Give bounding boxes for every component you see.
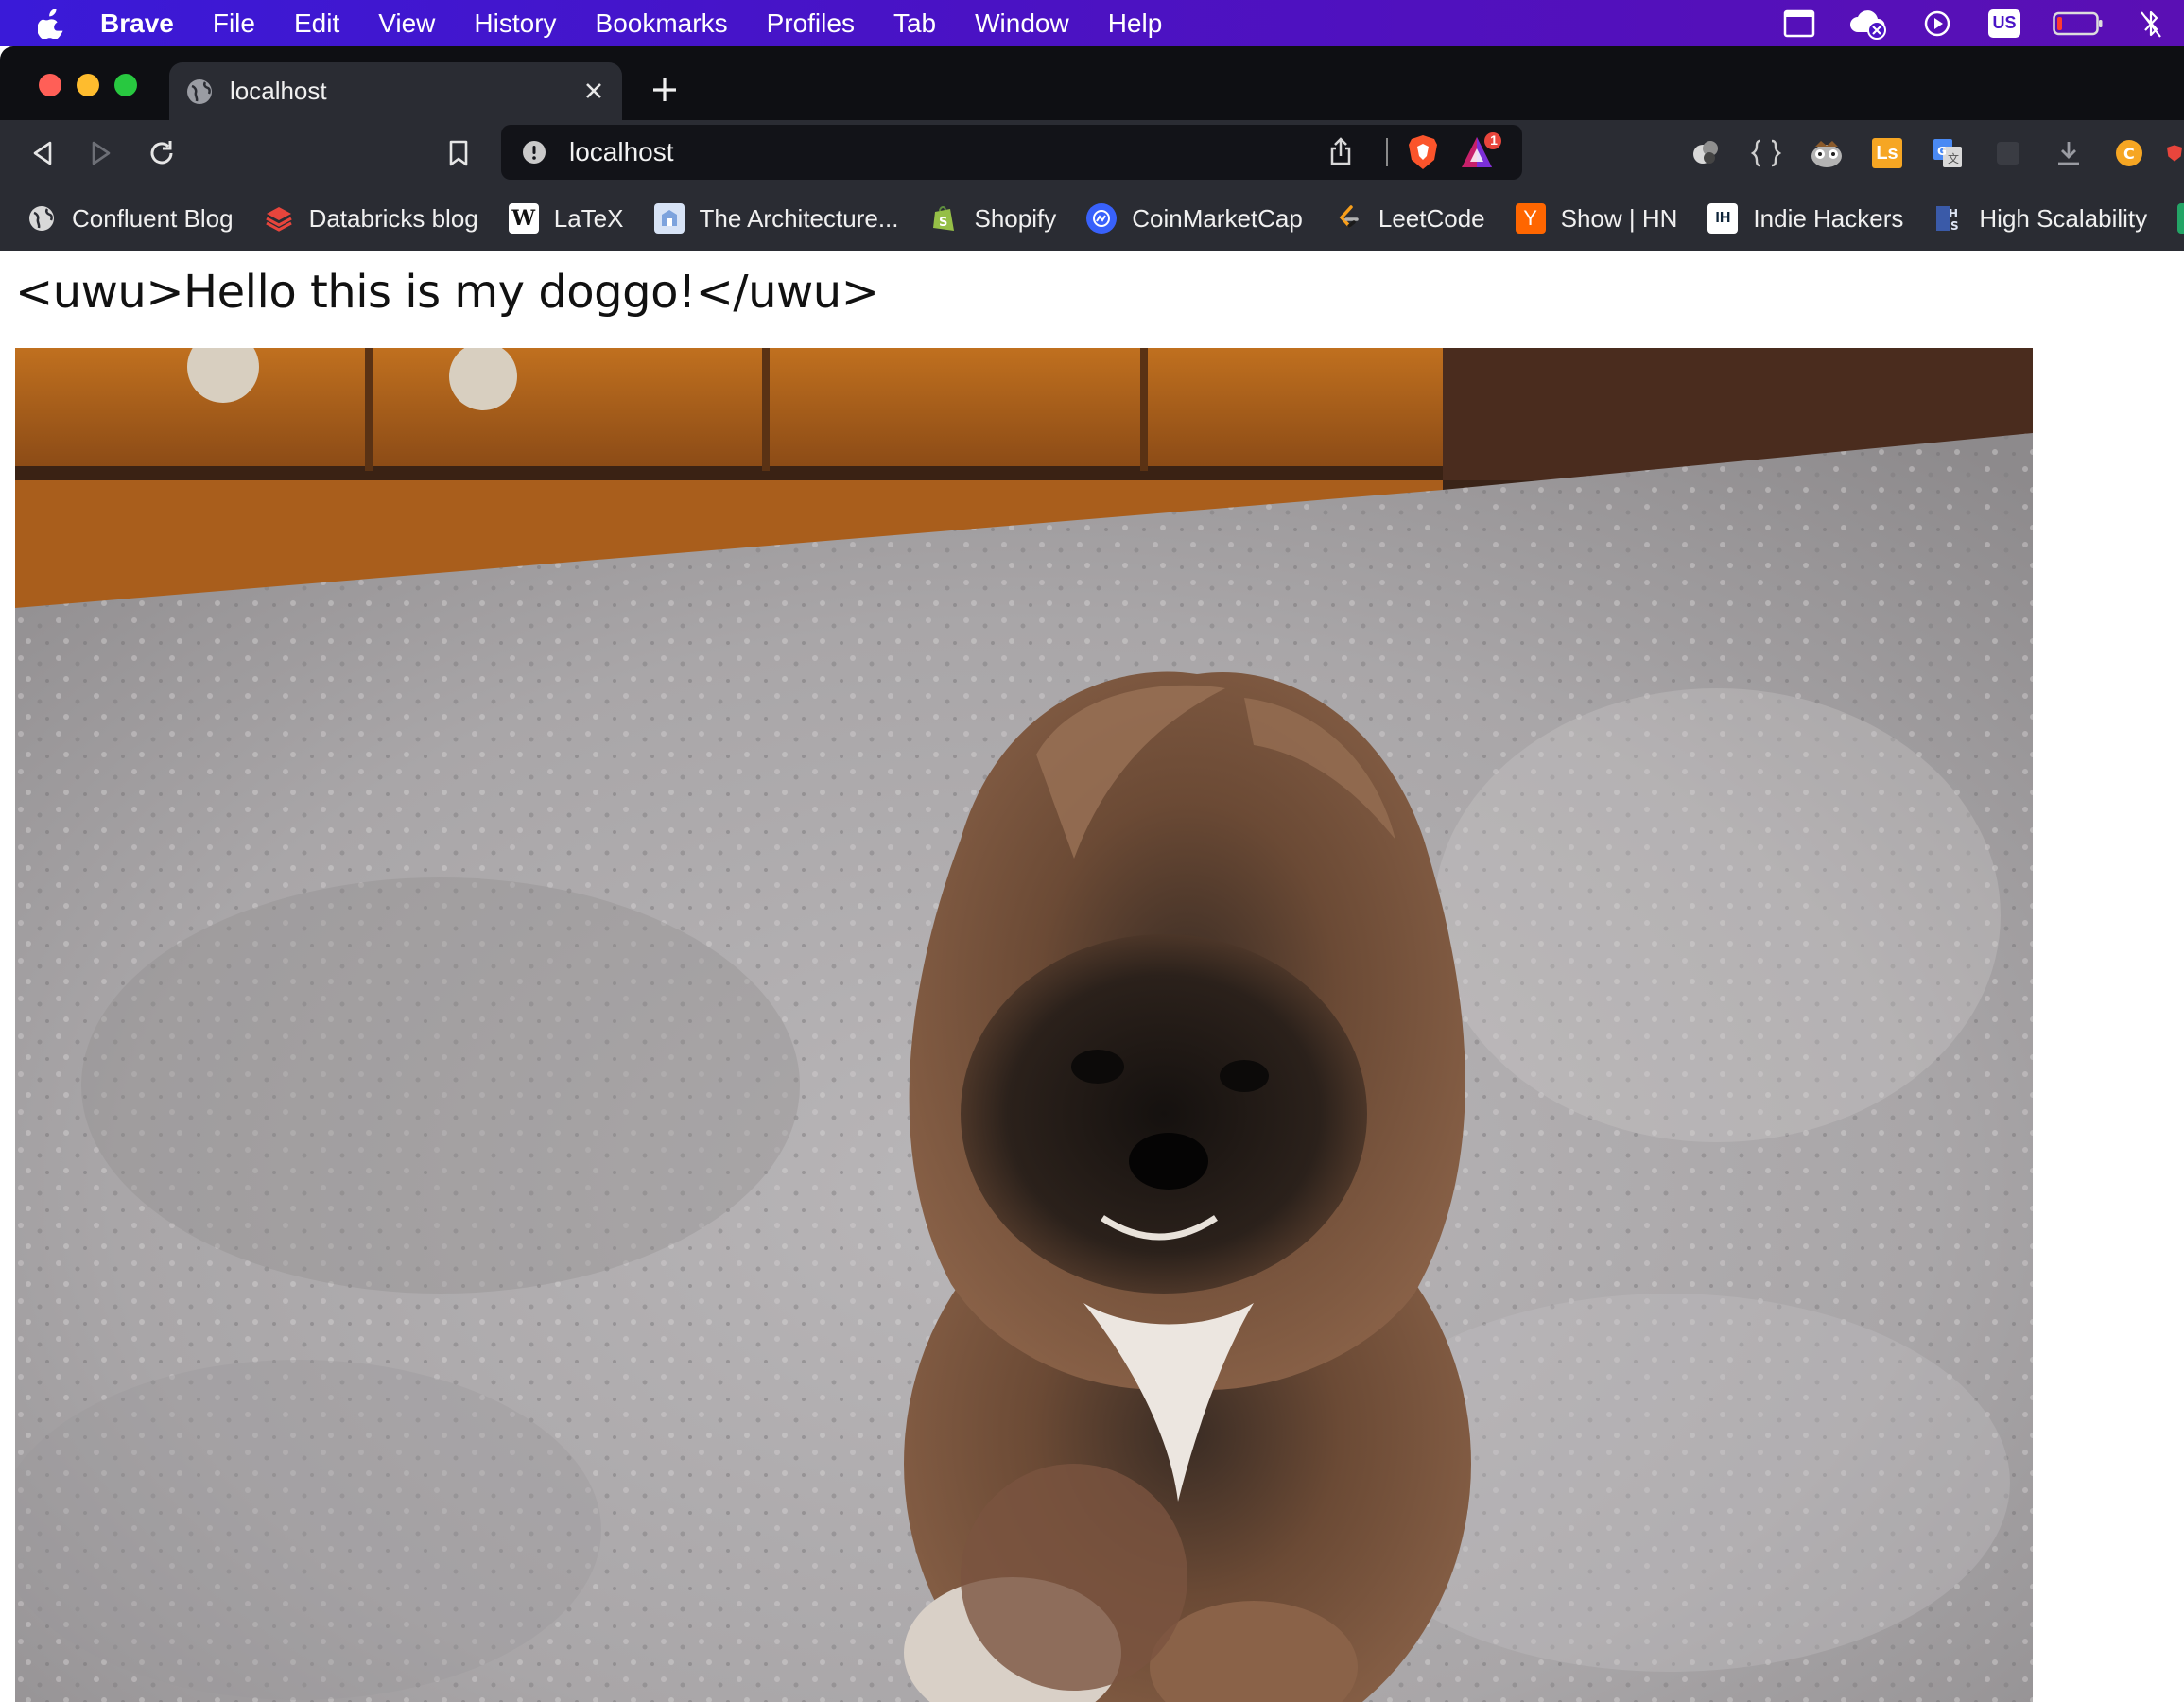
wikipedia-icon: W	[508, 203, 539, 234]
svg-text:S: S	[1950, 219, 1959, 233]
svg-text:H: H	[1949, 207, 1958, 220]
bookmark-label: LaTeX	[553, 203, 624, 233]
dog-photo	[15, 348, 2033, 1702]
address-bar[interactable]: localhost 1	[501, 125, 1522, 180]
google-sheets-icon	[2177, 203, 2184, 234]
hackernews-icon: Y	[1515, 203, 1546, 234]
window-close-button[interactable]	[39, 74, 61, 96]
coinmarketcap-icon	[1086, 203, 1118, 234]
battery-icon[interactable]	[2038, 0, 2118, 46]
ext-icon-8[interactable]: C	[2110, 134, 2148, 172]
svg-text:G: G	[1937, 145, 1947, 158]
menu-history[interactable]: History	[474, 9, 556, 39]
bookmark-label: Databricks blog	[308, 203, 478, 233]
bookmark-label: CoinMarketCap	[1132, 203, 1303, 233]
bluetooth-off-icon[interactable]	[2118, 0, 2184, 46]
bookmark-label: Show | HN	[1560, 203, 1678, 233]
web-page: <uwu>Hello this is my doggo!</uwu>	[0, 251, 2184, 1702]
shopify-icon: S	[928, 203, 959, 234]
back-button[interactable]	[23, 133, 62, 173]
architecture-icon	[653, 203, 685, 234]
ext-icon-3[interactable]	[1808, 134, 1846, 172]
download-icon[interactable]	[2050, 134, 2088, 172]
site-info-icon[interactable]	[522, 140, 546, 165]
bookmark-coinmarketcap[interactable]: CoinMarketCap	[1086, 203, 1303, 234]
tab-localhost[interactable]: localhost	[169, 62, 622, 120]
svg-text:S: S	[939, 216, 947, 230]
bookmark-shopify[interactable]: S Shopify	[928, 203, 1056, 234]
leetcode-icon	[1333, 203, 1363, 234]
cloud-sync-icon[interactable]	[1832, 0, 1904, 46]
bookmark-page-button[interactable]	[439, 133, 478, 173]
bookmark-the-architecture[interactable]: The Architecture...	[653, 203, 899, 234]
menu-app-brave[interactable]: Brave	[100, 9, 174, 39]
bookmark-show-hn[interactable]: Y Show | HN	[1515, 203, 1678, 234]
svg-text:C: C	[2123, 145, 2135, 163]
window-minimize-button[interactable]	[77, 74, 99, 96]
ext-icon-1[interactable]	[1688, 134, 1725, 172]
keyboard-layout-icon[interactable]: US	[1970, 0, 2038, 46]
bookmark-high-scalability[interactable]: HS High Scalability	[1933, 203, 2147, 234]
brave-rewards-icon[interactable]: 1	[1458, 131, 1505, 180]
window-zoom-button[interactable]	[114, 74, 137, 96]
menu-view[interactable]: View	[378, 9, 435, 39]
macos-menu-bar: Brave File Edit View History Bookmarks P…	[0, 0, 2184, 46]
new-tab-button[interactable]	[647, 72, 683, 108]
globe-icon	[186, 78, 213, 105]
bookmark-confluent-blog[interactable]: Confluent Blog	[26, 203, 234, 234]
page-heading: <uwu>Hello this is my doggo!</uwu>	[15, 266, 879, 319]
keyboard-layout-label: US	[1988, 9, 2020, 38]
bookmarks-bar: Confluent Blog Databricks blog W LaTeX T…	[0, 186, 2184, 251]
bookmark-label: High Scalability	[1979, 203, 2148, 233]
svg-text:文: 文	[1948, 151, 1959, 165]
json-viewer-icon[interactable]	[1747, 134, 1785, 172]
bookmark-latex[interactable]: W LaTeX	[508, 203, 624, 234]
ls-icon[interactable]: Ls	[1868, 134, 1906, 172]
rewards-badge: 1	[1490, 132, 1498, 148]
menu-profiles[interactable]: Profiles	[767, 9, 855, 39]
bookmark-label: LeetCode	[1378, 203, 1485, 233]
brave-shields-icon[interactable]	[1407, 133, 1439, 178]
menu-help[interactable]: Help	[1108, 9, 1163, 39]
apple-logo-icon[interactable]	[38, 8, 66, 40]
google-translate-icon[interactable]: G文	[1929, 134, 1967, 172]
share-icon[interactable]	[1327, 136, 1354, 173]
bookmark-indie-hackers[interactable]: IH Indie Hackers	[1707, 203, 1903, 234]
forward-button[interactable]	[81, 133, 121, 173]
address-bar-url[interactable]: localhost	[569, 137, 674, 167]
bookmark-sheets[interactable]	[2177, 203, 2184, 234]
highscalability-icon: HS	[1933, 203, 1964, 234]
bookmark-label: Confluent Blog	[72, 203, 234, 233]
ls-icon-glyph: Ls	[1872, 138, 1902, 168]
menu-window[interactable]: Window	[975, 9, 1069, 39]
databricks-icon	[264, 203, 294, 234]
bookmark-label: Indie Hackers	[1753, 203, 1904, 233]
bookmark-label: Shopify	[974, 203, 1057, 233]
omnibox-separator	[1386, 138, 1388, 166]
menu-tab[interactable]: Tab	[893, 9, 936, 39]
ext-icon-9[interactable]	[2165, 134, 2184, 172]
reload-button[interactable]	[142, 133, 182, 173]
globe-icon	[26, 203, 57, 234]
menu-bookmarks[interactable]: Bookmarks	[596, 9, 728, 39]
tab-title: localhost	[230, 77, 327, 105]
menu-file[interactable]: File	[213, 9, 255, 39]
bookmark-label: The Architecture...	[699, 203, 899, 233]
menu-bar-tray: US	[1766, 0, 2184, 46]
bookmark-databricks-blog[interactable]: Databricks blog	[264, 203, 478, 234]
bookmark-leetcode[interactable]: LeetCode	[1333, 203, 1485, 234]
ext-icon-6[interactable]	[1989, 134, 2027, 172]
tab-close-icon[interactable]	[579, 76, 609, 106]
play-circle-icon[interactable]	[1904, 0, 1970, 46]
window-icon[interactable]	[1766, 0, 1832, 46]
menu-edit[interactable]: Edit	[294, 9, 339, 39]
indiehackers-icon: IH	[1707, 203, 1739, 234]
